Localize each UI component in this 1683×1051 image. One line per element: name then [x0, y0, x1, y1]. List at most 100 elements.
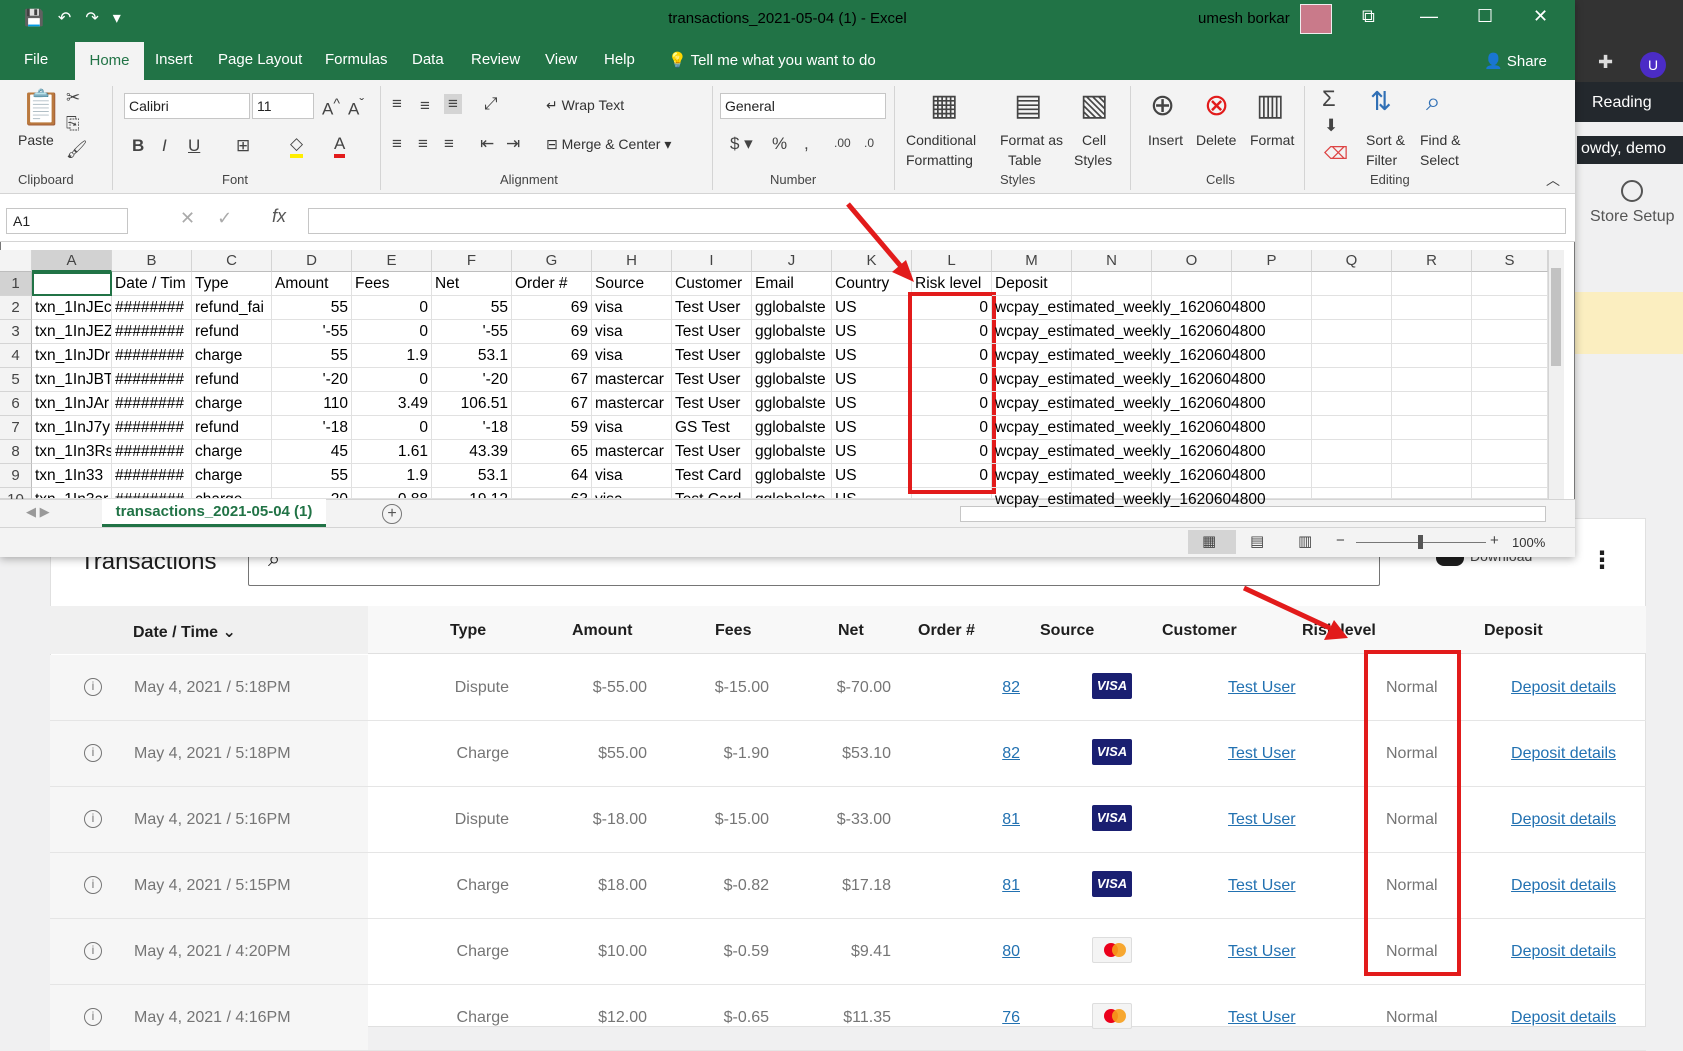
format-painter-icon[interactable]: 🖌 [66, 140, 88, 160]
cell-J1[interactable]: Email [752, 272, 832, 296]
header-order[interactable]: Order # [918, 622, 975, 640]
minimize-icon[interactable]: — [1420, 6, 1438, 27]
cell-E10[interactable]: 0.88 [352, 488, 432, 499]
cell-R4[interactable] [1392, 344, 1472, 368]
tab-review[interactable]: Review [471, 51, 520, 68]
cell-S5[interactable] [1472, 368, 1548, 392]
fill-icon[interactable]: ⬇ [1324, 116, 1338, 136]
cell-I6[interactable]: Test User [672, 392, 752, 416]
cell-D4[interactable]: 55 [272, 344, 352, 368]
format-as-table-label-1[interactable]: Format as [1000, 132, 1063, 148]
cell-E3[interactable]: 0 [352, 320, 432, 344]
tell-me-search[interactable]: 💡 Tell me what you want to do [668, 51, 876, 69]
cell-K6[interactable]: US [832, 392, 912, 416]
row-header-3[interactable]: 3 [0, 320, 32, 344]
format-as-table-label-2[interactable]: Table [1008, 152, 1041, 168]
maximize-icon[interactable]: ☐ [1477, 6, 1493, 27]
zoom-level[interactable]: 100% [1512, 535, 1545, 550]
cut-icon[interactable]: ✂ [66, 88, 80, 108]
ribbon-display-icon[interactable]: ⧉ [1362, 6, 1375, 27]
row-header-5[interactable]: 5 [0, 368, 32, 392]
column-header-I[interactable]: I [672, 250, 752, 272]
cell-H6[interactable]: mastercar [592, 392, 672, 416]
cell-A7[interactable]: txn_1InJ7y [32, 416, 112, 440]
zoom-in-icon[interactable]: + [1490, 532, 1499, 549]
merge-center-button[interactable]: ⊟ Merge & Center ▾ [546, 136, 671, 153]
date-cell[interactable]: May 4, 2021 / 5:18PM [134, 745, 291, 763]
column-header-A[interactable]: A [32, 250, 112, 272]
cell-I7[interactable]: GS Test [672, 416, 752, 440]
cell-D9[interactable]: 55 [272, 464, 352, 488]
cell-J5[interactable]: gglobalste [752, 368, 832, 392]
cell-R1[interactable] [1392, 272, 1472, 296]
cell-D3[interactable]: '-55 [272, 320, 352, 344]
decrease-indent-icon[interactable]: ⇤ [480, 134, 494, 154]
align-bottom-icon[interactable]: ≡ [444, 94, 462, 114]
cell-H10[interactable]: visa [592, 488, 672, 499]
row-header-8[interactable]: 8 [0, 440, 32, 464]
store-setup-link[interactable]: Store Setup [1590, 180, 1675, 226]
cell-A6[interactable]: txn_1InJAr [32, 392, 112, 416]
cell-B4[interactable]: ######## [112, 344, 192, 368]
borders-icon[interactable]: ⊞ [236, 136, 250, 156]
cell-O1[interactable] [1152, 272, 1232, 296]
close-icon[interactable]: ✕ [1533, 6, 1548, 27]
customer-link[interactable]: Test User [1228, 679, 1296, 697]
cell-J8[interactable]: gglobalste [752, 440, 832, 464]
row-header-10[interactable]: 10 [0, 488, 32, 508]
cell-B9[interactable]: ######## [112, 464, 192, 488]
cell-G1[interactable]: Order # [512, 272, 592, 296]
cell-Q1[interactable] [1312, 272, 1392, 296]
customer-link[interactable]: Test User [1228, 943, 1296, 961]
cell-R9[interactable] [1392, 464, 1472, 488]
sort-filter-label-2[interactable]: Filter [1366, 152, 1397, 168]
deposit-details-link[interactable]: Deposit details [1511, 679, 1616, 697]
cell-F7[interactable]: '-18 [432, 416, 512, 440]
user-avatar[interactable] [1300, 4, 1332, 34]
cell-R10[interactable] [1392, 488, 1472, 499]
cell-B7[interactable]: ######## [112, 416, 192, 440]
fill-color-icon[interactable]: ◇ [290, 134, 304, 158]
cell-I3[interactable]: Test User [672, 320, 752, 344]
cell-S2[interactable] [1472, 296, 1548, 320]
column-header-D[interactable]: D [272, 250, 352, 272]
insert-function-icon[interactable]: fx [272, 206, 286, 227]
conditional-formatting-icon[interactable]: ▦ [930, 88, 958, 123]
header-customer[interactable]: Customer [1162, 622, 1237, 640]
column-header-B[interactable]: B [112, 250, 192, 272]
row-header-7[interactable]: 7 [0, 416, 32, 440]
column-header-L[interactable]: L [912, 250, 992, 272]
font-color-icon[interactable]: A [334, 134, 346, 158]
cell-A4[interactable]: txn_1InJDr [32, 344, 112, 368]
column-header-M[interactable]: M [992, 250, 1072, 272]
date-cell[interactable]: May 4, 2021 / 5:16PM [134, 811, 291, 829]
cell-F8[interactable]: 43.39 [432, 440, 512, 464]
customer-link[interactable]: Test User [1228, 1009, 1296, 1027]
order-link[interactable]: 81 [1002, 811, 1020, 829]
cell-S4[interactable] [1472, 344, 1548, 368]
order-link[interactable]: 82 [1002, 679, 1020, 697]
cell-S8[interactable] [1472, 440, 1548, 464]
cell-H9[interactable]: visa [592, 464, 672, 488]
customer-link[interactable]: Test User [1228, 745, 1296, 763]
cell-K2[interactable]: US [832, 296, 912, 320]
cell-I4[interactable]: Test User [672, 344, 752, 368]
autosum-icon[interactable]: Σ [1322, 86, 1336, 112]
cell-C7[interactable]: refund [192, 416, 272, 440]
header-type[interactable]: Type [450, 622, 486, 640]
decrease-decimal-icon[interactable]: .0 [864, 136, 874, 150]
font-size-select[interactable]: 11 [252, 93, 314, 119]
row-header-1[interactable]: 1 [0, 272, 32, 296]
cell-M2[interactable]: wcpay_estimated_weekly_1620604800 [992, 296, 1266, 320]
cell-P1[interactable] [1232, 272, 1312, 296]
cell-M3[interactable]: wcpay_estimated_weekly_1620604800 [992, 320, 1266, 344]
name-box[interactable]: A1 [6, 208, 128, 234]
insert-cells-button[interactable]: Insert [1148, 132, 1183, 148]
order-link[interactable]: 76 [1002, 1009, 1020, 1027]
row-header-6[interactable]: 6 [0, 392, 32, 416]
shrink-font-icon[interactable]: Aˇ [348, 96, 364, 120]
align-left-icon[interactable]: ≡ [392, 134, 402, 154]
cell-F9[interactable]: 53.1 [432, 464, 512, 488]
cell-I10[interactable]: Test Card [672, 488, 752, 499]
cell-J7[interactable]: gglobalste [752, 416, 832, 440]
